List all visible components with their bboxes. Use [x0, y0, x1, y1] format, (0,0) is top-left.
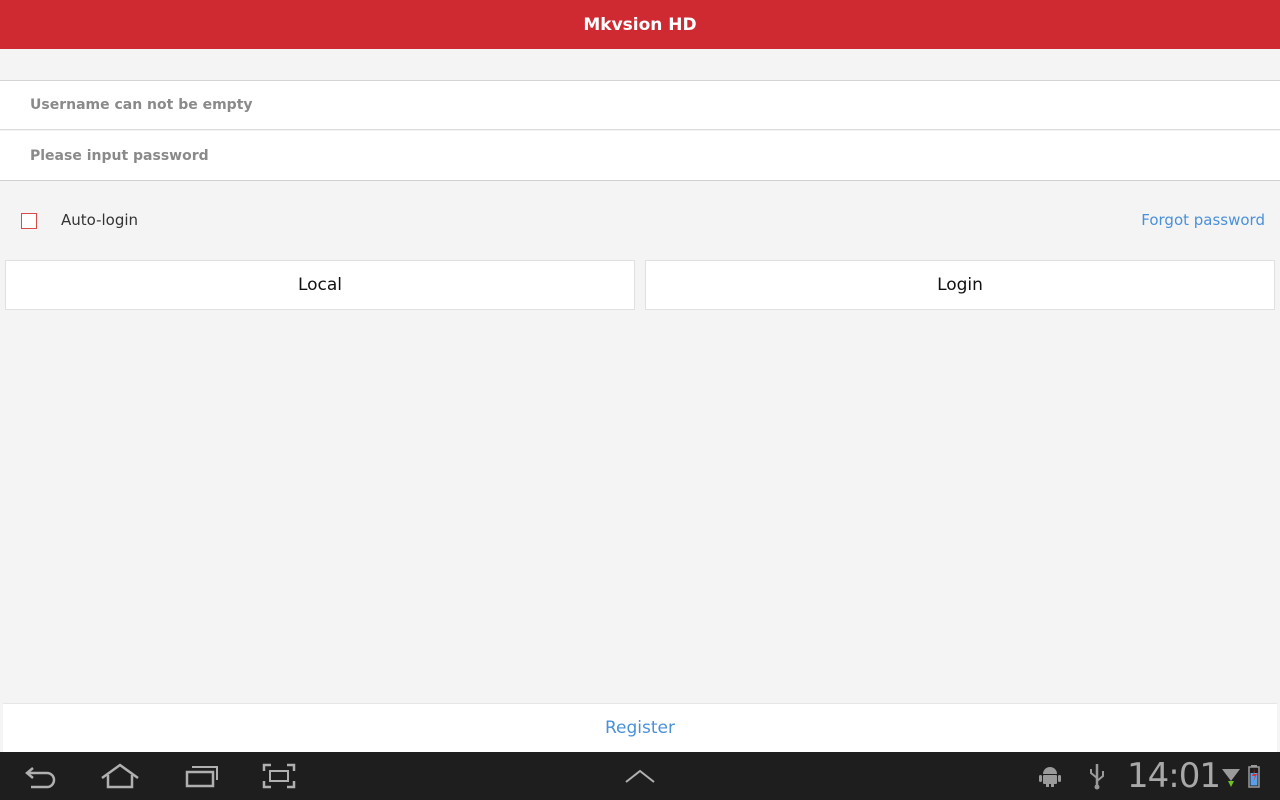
login-button[interactable]: Login — [645, 260, 1275, 310]
title-bar: Mkvsion HD — [0, 0, 1280, 49]
app-window: Mkvsion HD Auto-login Forgot password Lo… — [0, 0, 1280, 800]
auto-login-checkbox[interactable] — [21, 213, 37, 229]
chevron-up-icon[interactable] — [622, 752, 658, 800]
local-button-label: Local — [297, 275, 343, 295]
battery-icon — [1246, 752, 1262, 800]
back-icon[interactable] — [20, 752, 62, 800]
usb-icon — [1084, 752, 1110, 800]
register-label: Register — [605, 718, 675, 738]
app-title: Mkvsion HD — [583, 14, 697, 35]
username-input[interactable] — [30, 85, 1230, 125]
login-button-label: Login — [937, 275, 983, 295]
home-icon[interactable] — [98, 752, 142, 800]
register-button[interactable]: Register — [3, 703, 1277, 752]
screenshot-icon[interactable] — [259, 752, 299, 800]
wifi-icon — [1220, 752, 1242, 800]
recent-apps-icon[interactable] — [182, 752, 220, 800]
android-debug-icon — [1036, 752, 1064, 800]
system-navigation-bar: 14:01 — [0, 752, 1280, 800]
local-button[interactable]: Local — [5, 260, 635, 310]
auto-login-label[interactable]: Auto-login — [61, 211, 138, 229]
password-field-container — [0, 131, 1280, 181]
system-clock: 14:01 — [1127, 756, 1221, 796]
username-field-container — [0, 80, 1280, 130]
forgot-password-link[interactable]: Forgot password — [1141, 211, 1265, 229]
password-input[interactable] — [30, 135, 1230, 176]
